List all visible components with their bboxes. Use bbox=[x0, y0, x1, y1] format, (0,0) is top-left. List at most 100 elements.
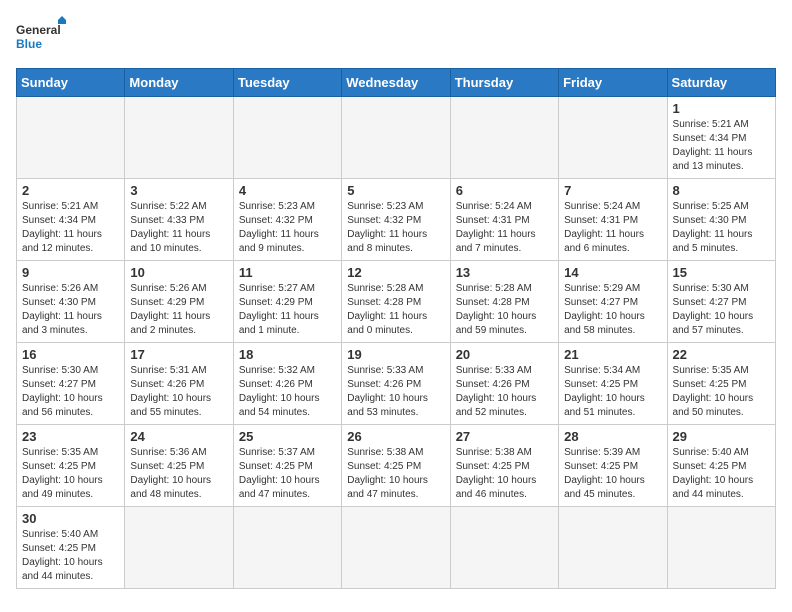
calendar-week-row: 16Sunrise: 5:30 AM Sunset: 4:27 PM Dayli… bbox=[17, 343, 776, 425]
calendar-cell: 8Sunrise: 5:25 AM Sunset: 4:30 PM Daylig… bbox=[667, 179, 775, 261]
day-info: Sunrise: 5:22 AM Sunset: 4:33 PM Dayligh… bbox=[130, 200, 227, 256]
calendar-cell: 23 Sunrise: 5:35 AM Sunset: 4:25 PM Dayli… bbox=[17, 425, 125, 507]
calendar-cell bbox=[342, 507, 450, 589]
day-number: 27 bbox=[456, 429, 553, 444]
calendar-cell: 7Sunrise: 5:24 AM Sunset: 4:31 PM Daylig… bbox=[559, 179, 667, 261]
calendar-cell: 4 Sunrise: 5:23 AM Sunset: 4:32 PM Daylig… bbox=[233, 179, 341, 261]
calendar-cell: 22 Sunrise: 5:35 AM Sunset: 4:25 PM Dayli… bbox=[667, 343, 775, 425]
svg-text:General: General bbox=[16, 23, 61, 37]
calendar-cell bbox=[450, 507, 558, 589]
day-info: Sunrise: 5:39 AM Sunset: 4:25 PM Dayligh… bbox=[564, 446, 661, 502]
calendar-cell: 19Sunrise: 5:33 AM Sunset: 4:26 PM Dayli… bbox=[342, 343, 450, 425]
calendar-cell: 13 Sunrise: 5:28 AM Sunset: 4:28 PM Dayli… bbox=[450, 261, 558, 343]
calendar-week-row: 9 Sunrise: 5:26 AM Sunset: 4:30 PM Daylig… bbox=[17, 261, 776, 343]
day-number: 20 bbox=[456, 347, 553, 362]
day-number: 11 bbox=[239, 265, 336, 280]
day-number: 23 bbox=[22, 429, 119, 444]
weekday-header-saturday: Saturday bbox=[667, 69, 775, 97]
day-number: 22 bbox=[673, 347, 770, 362]
day-number: 4 bbox=[239, 183, 336, 198]
calendar-cell: 30Sunrise: 5:40 AM Sunset: 4:25 PM Dayli… bbox=[17, 507, 125, 589]
weekday-header-tuesday: Tuesday bbox=[233, 69, 341, 97]
calendar-cell: 11Sunrise: 5:27 AM Sunset: 4:29 PM Dayli… bbox=[233, 261, 341, 343]
day-info: Sunrise: 5:23 AM Sunset: 4:32 PM Dayligh… bbox=[239, 200, 336, 256]
day-info: Sunrise: 5:35 AM Sunset: 4:25 PM Dayligh… bbox=[22, 446, 119, 502]
calendar-week-row: 2 Sunrise: 5:21 AM Sunset: 4:34 PM Daylig… bbox=[17, 179, 776, 261]
calendar-cell bbox=[342, 97, 450, 179]
calendar-cell: 20 Sunrise: 5:33 AM Sunset: 4:26 PM Dayli… bbox=[450, 343, 558, 425]
calendar-week-row: 1 Sunrise: 5:21 AM Sunset: 4:34 PM Daylig… bbox=[17, 97, 776, 179]
day-info: Sunrise: 5:30 AM Sunset: 4:27 PM Dayligh… bbox=[22, 364, 119, 420]
calendar-cell: 5Sunrise: 5:23 AM Sunset: 4:32 PM Daylig… bbox=[342, 179, 450, 261]
day-info: Sunrise: 5:32 AM Sunset: 4:26 PM Dayligh… bbox=[239, 364, 336, 420]
day-number: 24 bbox=[130, 429, 227, 444]
day-info: Sunrise: 5:21 AM Sunset: 4:34 PM Dayligh… bbox=[22, 200, 119, 256]
calendar-cell: 15Sunrise: 5:30 AM Sunset: 4:27 PM Dayli… bbox=[667, 261, 775, 343]
day-number: 1 bbox=[673, 101, 770, 116]
day-number: 5 bbox=[347, 183, 444, 198]
day-info: Sunrise: 5:26 AM Sunset: 4:30 PM Dayligh… bbox=[22, 282, 119, 338]
day-info: Sunrise: 5:35 AM Sunset: 4:25 PM Dayligh… bbox=[673, 364, 770, 420]
day-number: 29 bbox=[673, 429, 770, 444]
day-info: Sunrise: 5:40 AM Sunset: 4:25 PM Dayligh… bbox=[22, 528, 119, 584]
calendar-cell: 6 Sunrise: 5:24 AM Sunset: 4:31 PM Daylig… bbox=[450, 179, 558, 261]
calendar-cell: 25 Sunrise: 5:37 AM Sunset: 4:25 PM Dayli… bbox=[233, 425, 341, 507]
day-info: Sunrise: 5:33 AM Sunset: 4:26 PM Dayligh… bbox=[347, 364, 444, 420]
calendar-cell bbox=[233, 97, 341, 179]
day-number: 17 bbox=[130, 347, 227, 362]
day-info: Sunrise: 5:38 AM Sunset: 4:25 PM Dayligh… bbox=[347, 446, 444, 502]
weekday-header-sunday: Sunday bbox=[17, 69, 125, 97]
day-number: 14 bbox=[564, 265, 661, 280]
calendar-cell bbox=[450, 97, 558, 179]
calendar-cell: 1 Sunrise: 5:21 AM Sunset: 4:34 PM Daylig… bbox=[667, 97, 775, 179]
calendar-cell: 18 Sunrise: 5:32 AM Sunset: 4:26 PM Dayli… bbox=[233, 343, 341, 425]
calendar-cell: 9 Sunrise: 5:26 AM Sunset: 4:30 PM Daylig… bbox=[17, 261, 125, 343]
day-info: Sunrise: 5:28 AM Sunset: 4:28 PM Dayligh… bbox=[347, 282, 444, 338]
day-number: 2 bbox=[22, 183, 119, 198]
calendar-week-row: 30Sunrise: 5:40 AM Sunset: 4:25 PM Dayli… bbox=[17, 507, 776, 589]
day-info: Sunrise: 5:33 AM Sunset: 4:26 PM Dayligh… bbox=[456, 364, 553, 420]
calendar-cell: 21 Sunrise: 5:34 AM Sunset: 4:25 PM Dayli… bbox=[559, 343, 667, 425]
calendar-table: SundayMondayTuesdayWednesdayThursdayFrid… bbox=[16, 68, 776, 589]
calendar-cell: 12 Sunrise: 5:28 AM Sunset: 4:28 PM Dayli… bbox=[342, 261, 450, 343]
day-info: Sunrise: 5:34 AM Sunset: 4:25 PM Dayligh… bbox=[564, 364, 661, 420]
svg-text:Blue: Blue bbox=[16, 37, 42, 51]
day-number: 9 bbox=[22, 265, 119, 280]
weekday-header-wednesday: Wednesday bbox=[342, 69, 450, 97]
calendar-cell: 16Sunrise: 5:30 AM Sunset: 4:27 PM Dayli… bbox=[17, 343, 125, 425]
day-number: 26 bbox=[347, 429, 444, 444]
calendar-cell bbox=[125, 507, 233, 589]
day-number: 6 bbox=[456, 183, 553, 198]
calendar-cell bbox=[17, 97, 125, 179]
calendar-cell bbox=[667, 507, 775, 589]
calendar-cell: 14Sunrise: 5:29 AM Sunset: 4:27 PM Dayli… bbox=[559, 261, 667, 343]
calendar-cell: 17Sunrise: 5:31 AM Sunset: 4:26 PM Dayli… bbox=[125, 343, 233, 425]
calendar-cell: 26 Sunrise: 5:38 AM Sunset: 4:25 PM Dayli… bbox=[342, 425, 450, 507]
day-number: 3 bbox=[130, 183, 227, 198]
day-number: 7 bbox=[564, 183, 661, 198]
calendar-cell bbox=[559, 97, 667, 179]
day-info: Sunrise: 5:38 AM Sunset: 4:25 PM Dayligh… bbox=[456, 446, 553, 502]
logo-svg: General Blue bbox=[16, 16, 66, 60]
day-info: Sunrise: 5:21 AM Sunset: 4:34 PM Dayligh… bbox=[673, 118, 770, 174]
day-number: 25 bbox=[239, 429, 336, 444]
weekday-header-row: SundayMondayTuesdayWednesdayThursdayFrid… bbox=[17, 69, 776, 97]
weekday-header-thursday: Thursday bbox=[450, 69, 558, 97]
day-info: Sunrise: 5:28 AM Sunset: 4:28 PM Dayligh… bbox=[456, 282, 553, 338]
day-number: 28 bbox=[564, 429, 661, 444]
day-info: Sunrise: 5:26 AM Sunset: 4:29 PM Dayligh… bbox=[130, 282, 227, 338]
day-number: 18 bbox=[239, 347, 336, 362]
day-info: Sunrise: 5:36 AM Sunset: 4:25 PM Dayligh… bbox=[130, 446, 227, 502]
day-number: 13 bbox=[456, 265, 553, 280]
calendar-week-row: 23 Sunrise: 5:35 AM Sunset: 4:25 PM Dayli… bbox=[17, 425, 776, 507]
day-info: Sunrise: 5:37 AM Sunset: 4:25 PM Dayligh… bbox=[239, 446, 336, 502]
weekday-header-monday: Monday bbox=[125, 69, 233, 97]
calendar-cell bbox=[125, 97, 233, 179]
day-number: 12 bbox=[347, 265, 444, 280]
day-info: Sunrise: 5:24 AM Sunset: 4:31 PM Dayligh… bbox=[456, 200, 553, 256]
day-number: 21 bbox=[564, 347, 661, 362]
day-number: 8 bbox=[673, 183, 770, 198]
calendar-cell: 10Sunrise: 5:26 AM Sunset: 4:29 PM Dayli… bbox=[125, 261, 233, 343]
logo: General Blue bbox=[16, 16, 66, 60]
calendar-cell: 27 Sunrise: 5:38 AM Sunset: 4:25 PM Dayli… bbox=[450, 425, 558, 507]
